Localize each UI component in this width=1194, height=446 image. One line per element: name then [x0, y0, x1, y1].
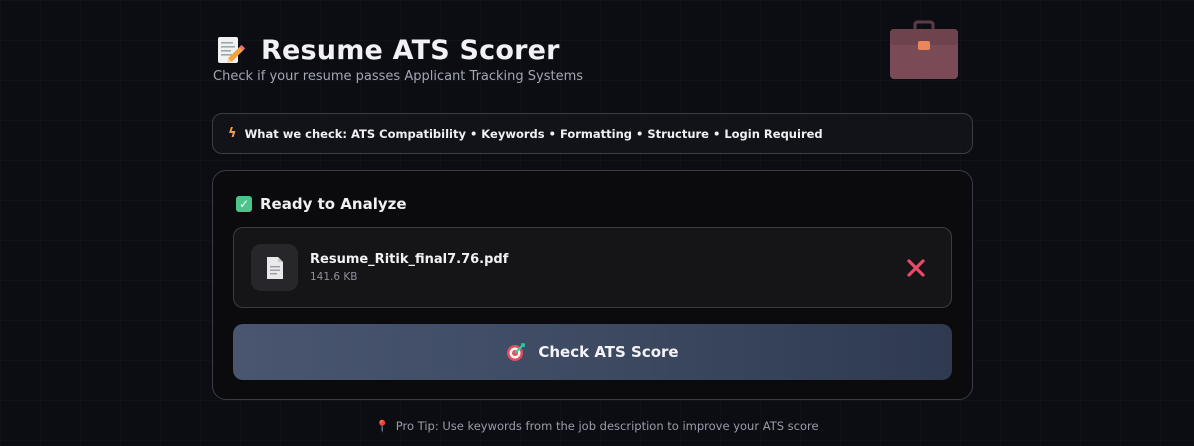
page-subtitle: Check if your resume passes Applicant Tr… — [213, 69, 584, 84]
memo-pencil-icon — [218, 37, 246, 63]
status-label: Ready to Analyze — [260, 195, 407, 213]
check-criteria-text: What we check: ATS Compatibility • Keywo… — [244, 126, 823, 141]
target-icon — [507, 343, 526, 361]
document-icon — [266, 256, 283, 279]
file-size: 141.6 KB — [310, 271, 358, 283]
file-icon-container — [251, 244, 298, 291]
remove-file-button[interactable] — [904, 256, 928, 280]
check-ats-score-button[interactable]: Check ATS Score — [233, 324, 952, 380]
check-criteria-banner: ϟ What we check: ATS Compatibility • Key… — [212, 113, 973, 154]
close-icon — [907, 259, 925, 277]
status-row: ✓ Ready to Analyze — [236, 195, 407, 213]
lightning-bolt-icon: ϟ — [228, 126, 237, 141]
pro-tip: 📍 Pro Tip: Use keywords from the job desc… — [0, 419, 1194, 433]
check-ats-score-label: Check ATS Score — [538, 343, 679, 361]
selected-file: Resume_Ritik_final7.76.pdf 141.6 KB — [233, 227, 952, 308]
page-header: Resume ATS Scorer Check if your resume p… — [213, 30, 973, 85]
file-name: Resume_Ritik_final7.76.pdf — [310, 252, 509, 267]
pushpin-icon: 📍 — [375, 419, 390, 433]
pro-tip-text: Pro Tip: Use keywords from the job descr… — [395, 419, 819, 433]
page-title: Resume ATS Scorer — [261, 34, 560, 66]
ready-checkbox[interactable]: ✓ — [236, 196, 252, 212]
briefcase-icon — [890, 20, 958, 79]
upload-card: ✓ Ready to Analyze Resume_Ritik_final7.7… — [212, 170, 973, 400]
title-row: Resume ATS Scorer — [213, 30, 973, 70]
